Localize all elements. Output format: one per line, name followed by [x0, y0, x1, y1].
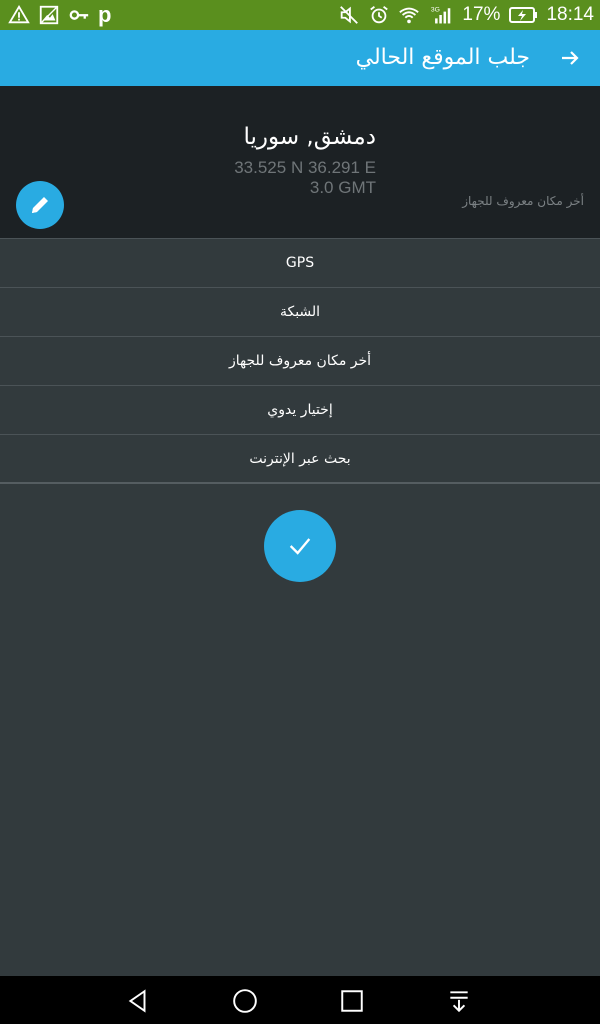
edit-location-button[interactable] [16, 181, 64, 229]
battery-percent: 17% [462, 4, 501, 25]
recents-nav-icon[interactable] [339, 988, 365, 1014]
alarm-icon [368, 4, 390, 26]
arrow-right-icon[interactable] [556, 44, 584, 72]
option-online-search[interactable]: بحث عبر الإنترنت [0, 435, 600, 484]
svg-text:3G: 3G [431, 7, 440, 14]
timezone: 3.0 GMT [309, 178, 376, 197]
option-last-known-location[interactable]: أخر مكان معروف للجهاز [0, 337, 600, 386]
coordinates: 33.525 N 36.291 E [234, 158, 376, 177]
wifi-icon [398, 4, 420, 26]
system-nav-bar [0, 976, 600, 1024]
option-manual-selection[interactable]: إختيار يدوي [0, 386, 600, 435]
status-bar: p 3G 17% 18:14 [0, 0, 600, 30]
check-icon [289, 538, 311, 555]
mute-icon [338, 4, 360, 26]
location-source: أخر مكان معروف للجهاز [462, 194, 584, 208]
confirm-button[interactable] [264, 510, 336, 582]
pencil-icon [32, 197, 48, 213]
page-title: جلب الموقع الحالي [355, 45, 530, 70]
image-icon [38, 4, 60, 26]
clock: 18:14 [546, 4, 594, 25]
city-name: دمشق, سوريا [243, 124, 376, 150]
location-source-list: GPS الشبكة أخر مكان معروف للجهاز إختيار … [0, 238, 600, 484]
option-network[interactable]: الشبكة [0, 288, 600, 337]
notifications-pull-icon[interactable] [446, 988, 472, 1014]
app-toolbar: جلب الموقع الحالي [0, 30, 600, 86]
parking-icon: p [98, 2, 112, 27]
current-location-panel: دمشق, سوريا 33.525 N 36.291 E 3.0 GMT أخ… [0, 86, 600, 238]
status-bar-left: p [8, 0, 111, 30]
option-gps[interactable]: GPS [0, 239, 600, 288]
battery-icon [508, 4, 538, 26]
key-icon [68, 4, 90, 26]
back-nav-icon[interactable] [125, 988, 151, 1014]
warning-icon [8, 4, 30, 26]
signal-icon: 3G [428, 4, 454, 26]
home-nav-icon[interactable] [232, 988, 258, 1014]
status-bar-right: 3G 17% 18:14 [338, 0, 594, 30]
